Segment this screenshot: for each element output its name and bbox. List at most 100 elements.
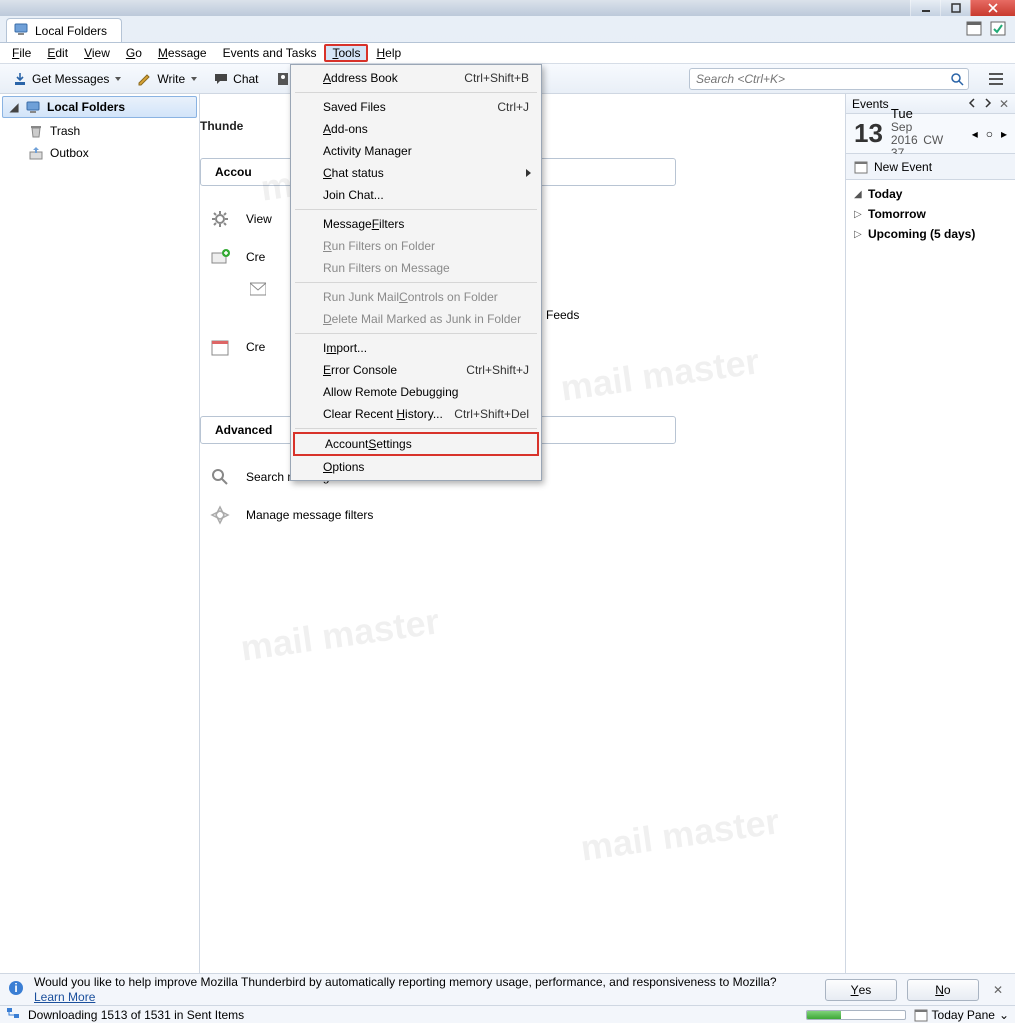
learn-more-link[interactable]: Learn More: [34, 990, 95, 1004]
get-messages-label: Get Messages: [32, 72, 109, 86]
menu-file[interactable]: File: [4, 44, 39, 62]
menu-icon: [989, 73, 1003, 85]
computer-icon: [25, 99, 41, 115]
sidebar-item-outbox[interactable]: Outbox: [0, 142, 199, 164]
progress-bar: [806, 1010, 906, 1020]
prev-icon[interactable]: [967, 97, 977, 111]
notification-bar: i Would you like to help improve Mozilla…: [0, 973, 1015, 1005]
chat-button[interactable]: Chat: [207, 69, 264, 89]
event-group-tomorrow[interactable]: ▷Tomorrow: [854, 204, 1007, 224]
gear-icon: [200, 209, 230, 229]
calendar-add-icon: [854, 160, 868, 174]
menu-message[interactable]: Message: [150, 44, 215, 62]
new-event-row[interactable]: New Event: [846, 154, 1015, 180]
menu-activity-manager[interactable]: Activity Manager: [293, 140, 539, 162]
menu-account-settings[interactable]: Account Settings: [293, 432, 539, 456]
chevron-down-icon: ⌄: [999, 1008, 1009, 1022]
action-label: Manage message filters: [246, 508, 373, 522]
download-icon: [12, 71, 28, 87]
filters-icon: [200, 505, 230, 525]
sidebar-item-local-folders[interactable]: ◢ Local Folders: [2, 96, 197, 118]
sidebar-label: Trash: [50, 124, 80, 138]
menu-address-book[interactable]: Address BookCtrl+Shift+B: [293, 67, 539, 89]
menu-run-junk-controls: Run Junk Mail Controls on Folder: [293, 286, 539, 308]
notification-text: Would you like to help improve Mozilla T…: [34, 975, 815, 1004]
tasks-icon[interactable]: [989, 19, 1007, 40]
menu-clear-history[interactable]: Clear Recent History...Ctrl+Shift+Del: [293, 403, 539, 425]
search-input[interactable]: [696, 72, 946, 86]
sub-label: Feeds: [546, 308, 579, 322]
day-number: 13: [854, 118, 883, 149]
pencil-icon: [137, 71, 153, 87]
maximize-button[interactable]: [940, 0, 970, 16]
tab-local-folders[interactable]: Local Folders: [6, 18, 122, 42]
menu-remote-debugging[interactable]: Allow Remote Debugging: [293, 381, 539, 403]
dropdown-caret-icon: [191, 77, 197, 81]
menu-join-chat[interactable]: Join Chat...: [293, 184, 539, 206]
menu-import[interactable]: Import...: [293, 337, 539, 359]
app-menu-button[interactable]: [983, 71, 1009, 87]
menu-saved-files[interactable]: Saved FilesCtrl+J: [293, 96, 539, 118]
menu-message-filters[interactable]: Message Filters: [293, 213, 539, 235]
menu-edit[interactable]: Edit: [39, 44, 76, 62]
date-display: 13 Tue Sep 2016 CW 37 ◂ ○ ▸: [846, 114, 1015, 154]
menu-events-tasks[interactable]: Events and Tasks: [215, 44, 325, 62]
no-button[interactable]: No: [907, 979, 979, 1001]
menu-go[interactable]: Go: [118, 44, 150, 62]
status-text: Downloading 1513 of 1531 in Sent Items: [28, 1008, 244, 1022]
menu-chat-status[interactable]: Chat status: [293, 162, 539, 184]
chat-icon: [213, 71, 229, 87]
calendar-icon: [200, 337, 230, 357]
minimize-button[interactable]: [910, 0, 940, 16]
menu-delete-junk: Delete Mail Marked as Junk in Folder: [293, 308, 539, 330]
submenu-arrow-icon: [526, 169, 531, 177]
sidebar-label: Local Folders: [47, 100, 125, 114]
network-icon[interactable]: [6, 1007, 20, 1022]
menu-view[interactable]: View: [76, 44, 118, 62]
menu-run-filters-message: Run Filters on Message: [293, 257, 539, 279]
close-notification-icon[interactable]: ✕: [989, 983, 1007, 997]
menu-help[interactable]: Help: [368, 44, 409, 62]
trash-icon: [28, 123, 44, 139]
day-of-week: Tue: [891, 107, 956, 121]
close-pane-icon[interactable]: ✕: [999, 97, 1009, 111]
new-event-label: New Event: [874, 160, 932, 174]
menu-options[interactable]: Options: [293, 456, 539, 478]
search-box[interactable]: [689, 68, 969, 90]
envelope-icon: [250, 282, 266, 296]
menu-add-ons[interactable]: Add-ons: [293, 118, 539, 140]
get-messages-button[interactable]: Get Messages: [6, 69, 127, 89]
today-dot-icon[interactable]: ○: [986, 127, 993, 141]
menu-run-filters-folder: Run Filters on Folder: [293, 235, 539, 257]
write-button[interactable]: Write: [131, 69, 203, 89]
folder-pane: ◢ Local Folders Trash Outbox: [0, 94, 200, 973]
next-icon[interactable]: [983, 97, 993, 111]
sidebar-label: Outbox: [50, 146, 89, 160]
new-account-icon: [200, 247, 230, 267]
calendar-icon[interactable]: [965, 19, 983, 40]
calendar-icon: [914, 1008, 928, 1022]
next-day-icon[interactable]: ▸: [1001, 127, 1007, 141]
watermark: mail master: [578, 800, 782, 869]
action-label: View: [246, 212, 272, 226]
menu-tools[interactable]: Tools: [324, 44, 368, 62]
close-button[interactable]: [970, 0, 1015, 16]
action-label: Cre: [246, 250, 265, 264]
yes-button[interactable]: Yes: [825, 979, 897, 1001]
sidebar-item-trash[interactable]: Trash: [0, 120, 199, 142]
menu-error-console[interactable]: Error ConsoleCtrl+Shift+J: [293, 359, 539, 381]
outbox-icon: [28, 145, 44, 161]
event-group-upcoming[interactable]: ▷Upcoming (5 days): [854, 224, 1007, 244]
status-bar: Downloading 1513 of 1531 in Sent Items T…: [0, 1005, 1015, 1023]
event-group-today[interactable]: ◢Today: [854, 184, 1007, 204]
menu-bar: File Edit View Go Message Events and Tas…: [0, 42, 1015, 64]
window-titlebar: [0, 0, 1015, 16]
write-label: Write: [157, 72, 185, 86]
search-icon[interactable]: [950, 72, 964, 89]
twisty-icon[interactable]: ◢: [9, 100, 19, 114]
search-icon: [200, 467, 230, 487]
events-title: Events: [852, 97, 889, 111]
prev-day-icon[interactable]: ◂: [972, 127, 978, 141]
today-pane-toggle[interactable]: Today Pane ⌄: [914, 1008, 1009, 1022]
action-manage-filters[interactable]: Manage message filters: [200, 496, 825, 534]
